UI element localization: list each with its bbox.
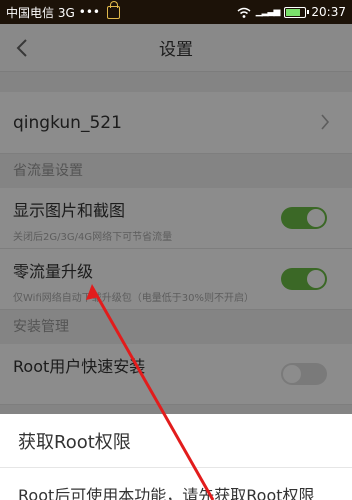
- wifi-icon: [237, 7, 251, 18]
- sheet-message[interactable]: Root后可使用本功能，请先获取Root权限: [0, 468, 352, 500]
- signal-icon: ▁▂▃▅: [255, 7, 281, 17]
- root-permission-sheet: 获取Root权限 Root后可使用本功能，请先获取Root权限: [0, 414, 352, 500]
- dots-indicator: •••: [78, 5, 100, 19]
- lock-icon: [106, 0, 120, 19]
- clock: 20:37: [311, 5, 346, 19]
- carrier-label: 中国电信 3G: [6, 5, 75, 20]
- sheet-title: 获取Root权限: [0, 414, 352, 468]
- status-bar: 中国电信 3G ••• ▁▂▃▅ 20:37: [0, 0, 352, 24]
- settings-screen: 设置 qingkun_521 省流量设置 显示图片和截图 关闭后2G/3G/4G…: [0, 0, 352, 500]
- battery-icon: [284, 6, 310, 18]
